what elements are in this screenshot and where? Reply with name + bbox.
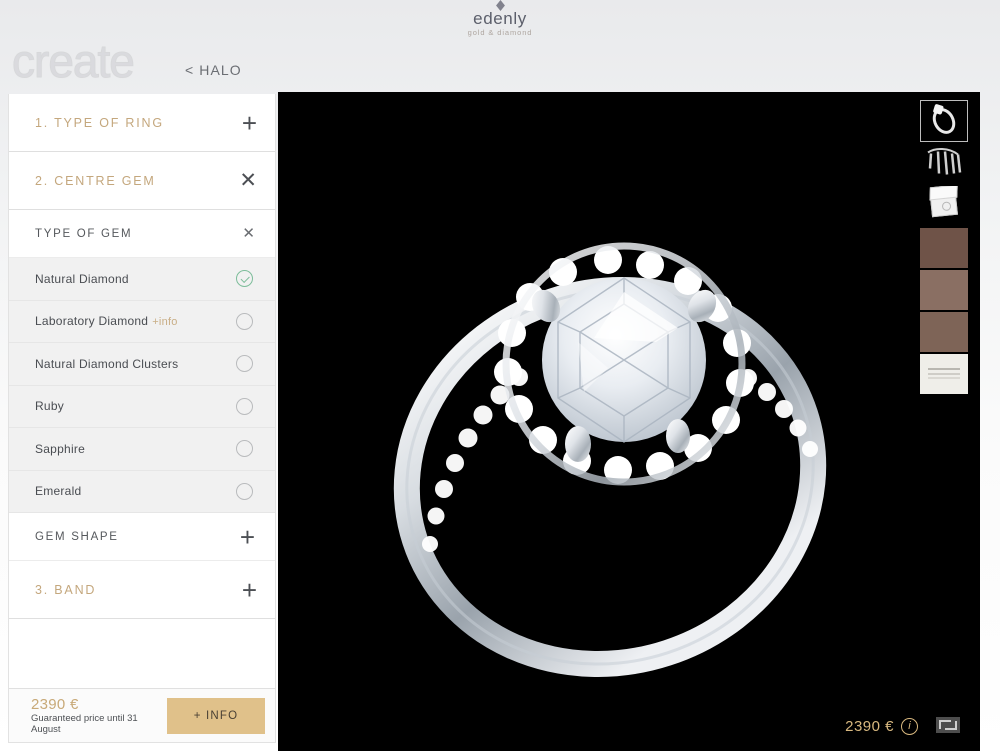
thumb-photo-3[interactable] <box>920 312 968 352</box>
radio-selected-icon[interactable] <box>236 270 253 287</box>
price-guarantee-note: Guaranteed price until 31 August <box>31 713 159 735</box>
viewer-price-amount: 2390 € <box>845 718 894 735</box>
gem-option-laboratory-diamond[interactable]: Laboratory Diamond +info <box>9 301 275 344</box>
info-link[interactable]: +info <box>152 316 177 328</box>
option-label: Natural Diamond Clusters <box>35 357 236 371</box>
ring-image[interactable] <box>278 92 938 751</box>
thumb-hand-view[interactable] <box>920 144 968 184</box>
gem-option-natural-diamond-clusters[interactable]: Natural Diamond Clusters <box>9 343 275 386</box>
viewer-price-group: 2390 € i <box>845 718 918 735</box>
hand-icon <box>925 147 963 182</box>
brand-name: edenly <box>0 10 1000 27</box>
radio-icon[interactable] <box>236 440 253 457</box>
ring-icon <box>928 104 959 138</box>
option-label: Natural Diamond <box>35 272 236 286</box>
thumb-photo-1[interactable] <box>920 228 968 268</box>
gem-option-emerald[interactable]: Emerald <box>9 471 275 514</box>
plus-icon[interactable]: + <box>240 524 255 550</box>
sidebar-subsection-type-of-gem[interactable]: TYPE OF GEM ✕ <box>9 210 275 258</box>
section-title: 1. TYPE OF RING <box>35 116 242 130</box>
price-bar: 2390 € Guaranteed price until 31 August … <box>9 688 275 742</box>
option-label: Sapphire <box>35 442 236 456</box>
gem-option-ruby[interactable]: Ruby <box>9 386 275 429</box>
radio-icon[interactable] <box>236 355 253 372</box>
sidebar-subsection-gem-shape[interactable]: GEM SHAPE + <box>9 513 275 561</box>
option-label: Ruby <box>35 399 236 413</box>
option-label: Laboratory Diamond +info <box>35 314 236 328</box>
back-to-halo-link[interactable]: < HALO <box>185 62 242 78</box>
close-icon[interactable]: ✕ <box>242 226 255 241</box>
radio-icon[interactable] <box>236 313 253 330</box>
radio-icon[interactable] <box>236 483 253 500</box>
price-block: 2390 € Guaranteed price until 31 August <box>31 697 159 735</box>
brand-logo: edenly gold & diamond <box>0 2 1000 38</box>
price-amount: 2390 € <box>31 697 159 713</box>
sidebar-section-type-of-ring[interactable]: 1. TYPE OF RING + <box>9 94 275 152</box>
configurator-sidebar: 1. TYPE OF RING + 2. CENTRE GEM ✕ TYPE O… <box>8 94 276 743</box>
info-button[interactable]: + INFO <box>167 698 265 734</box>
gem-option-sapphire[interactable]: Sapphire <box>9 428 275 471</box>
ring-configurator-app: edenly gold & diamond create < HALO 1. T… <box>0 0 1000 751</box>
halo-ring-illustration <box>278 92 938 751</box>
option-label: Emerald <box>35 484 236 498</box>
subsection-title: TYPE OF GEM <box>35 228 242 240</box>
section-title: 2. CENTRE GEM <box>35 174 239 188</box>
info-circle-icon[interactable]: i <box>901 718 918 735</box>
option-text: Laboratory Diamond <box>35 314 148 328</box>
thumbnail-rail <box>920 100 968 394</box>
section-title: 3. BAND <box>35 583 242 597</box>
thumb-ring-view[interactable] <box>920 100 968 142</box>
product-viewer[interactable]: 2390 € i <box>278 92 980 751</box>
thumb-photo-2[interactable] <box>920 270 968 310</box>
ring-box-icon <box>930 195 958 218</box>
radio-icon[interactable] <box>236 398 253 415</box>
sidebar-section-band[interactable]: 3. BAND + <box>9 561 275 619</box>
sidebar-spacer <box>9 619 275 688</box>
subsection-title: GEM SHAPE <box>35 531 240 543</box>
brand-tagline: gold & diamond <box>0 27 1000 38</box>
plus-icon[interactable]: + <box>242 577 257 603</box>
plus-icon[interactable]: + <box>242 110 257 136</box>
thumb-box-view[interactable] <box>920 186 968 226</box>
sidebar-section-centre-gem[interactable]: 2. CENTRE GEM ✕ <box>9 152 275 210</box>
create-wordmark: create <box>12 38 134 84</box>
thumb-certificate[interactable] <box>920 354 968 394</box>
fullscreen-icon[interactable] <box>936 717 960 733</box>
close-icon[interactable]: ✕ <box>239 170 257 191</box>
gem-option-natural-diamond[interactable]: Natural Diamond <box>9 258 275 301</box>
